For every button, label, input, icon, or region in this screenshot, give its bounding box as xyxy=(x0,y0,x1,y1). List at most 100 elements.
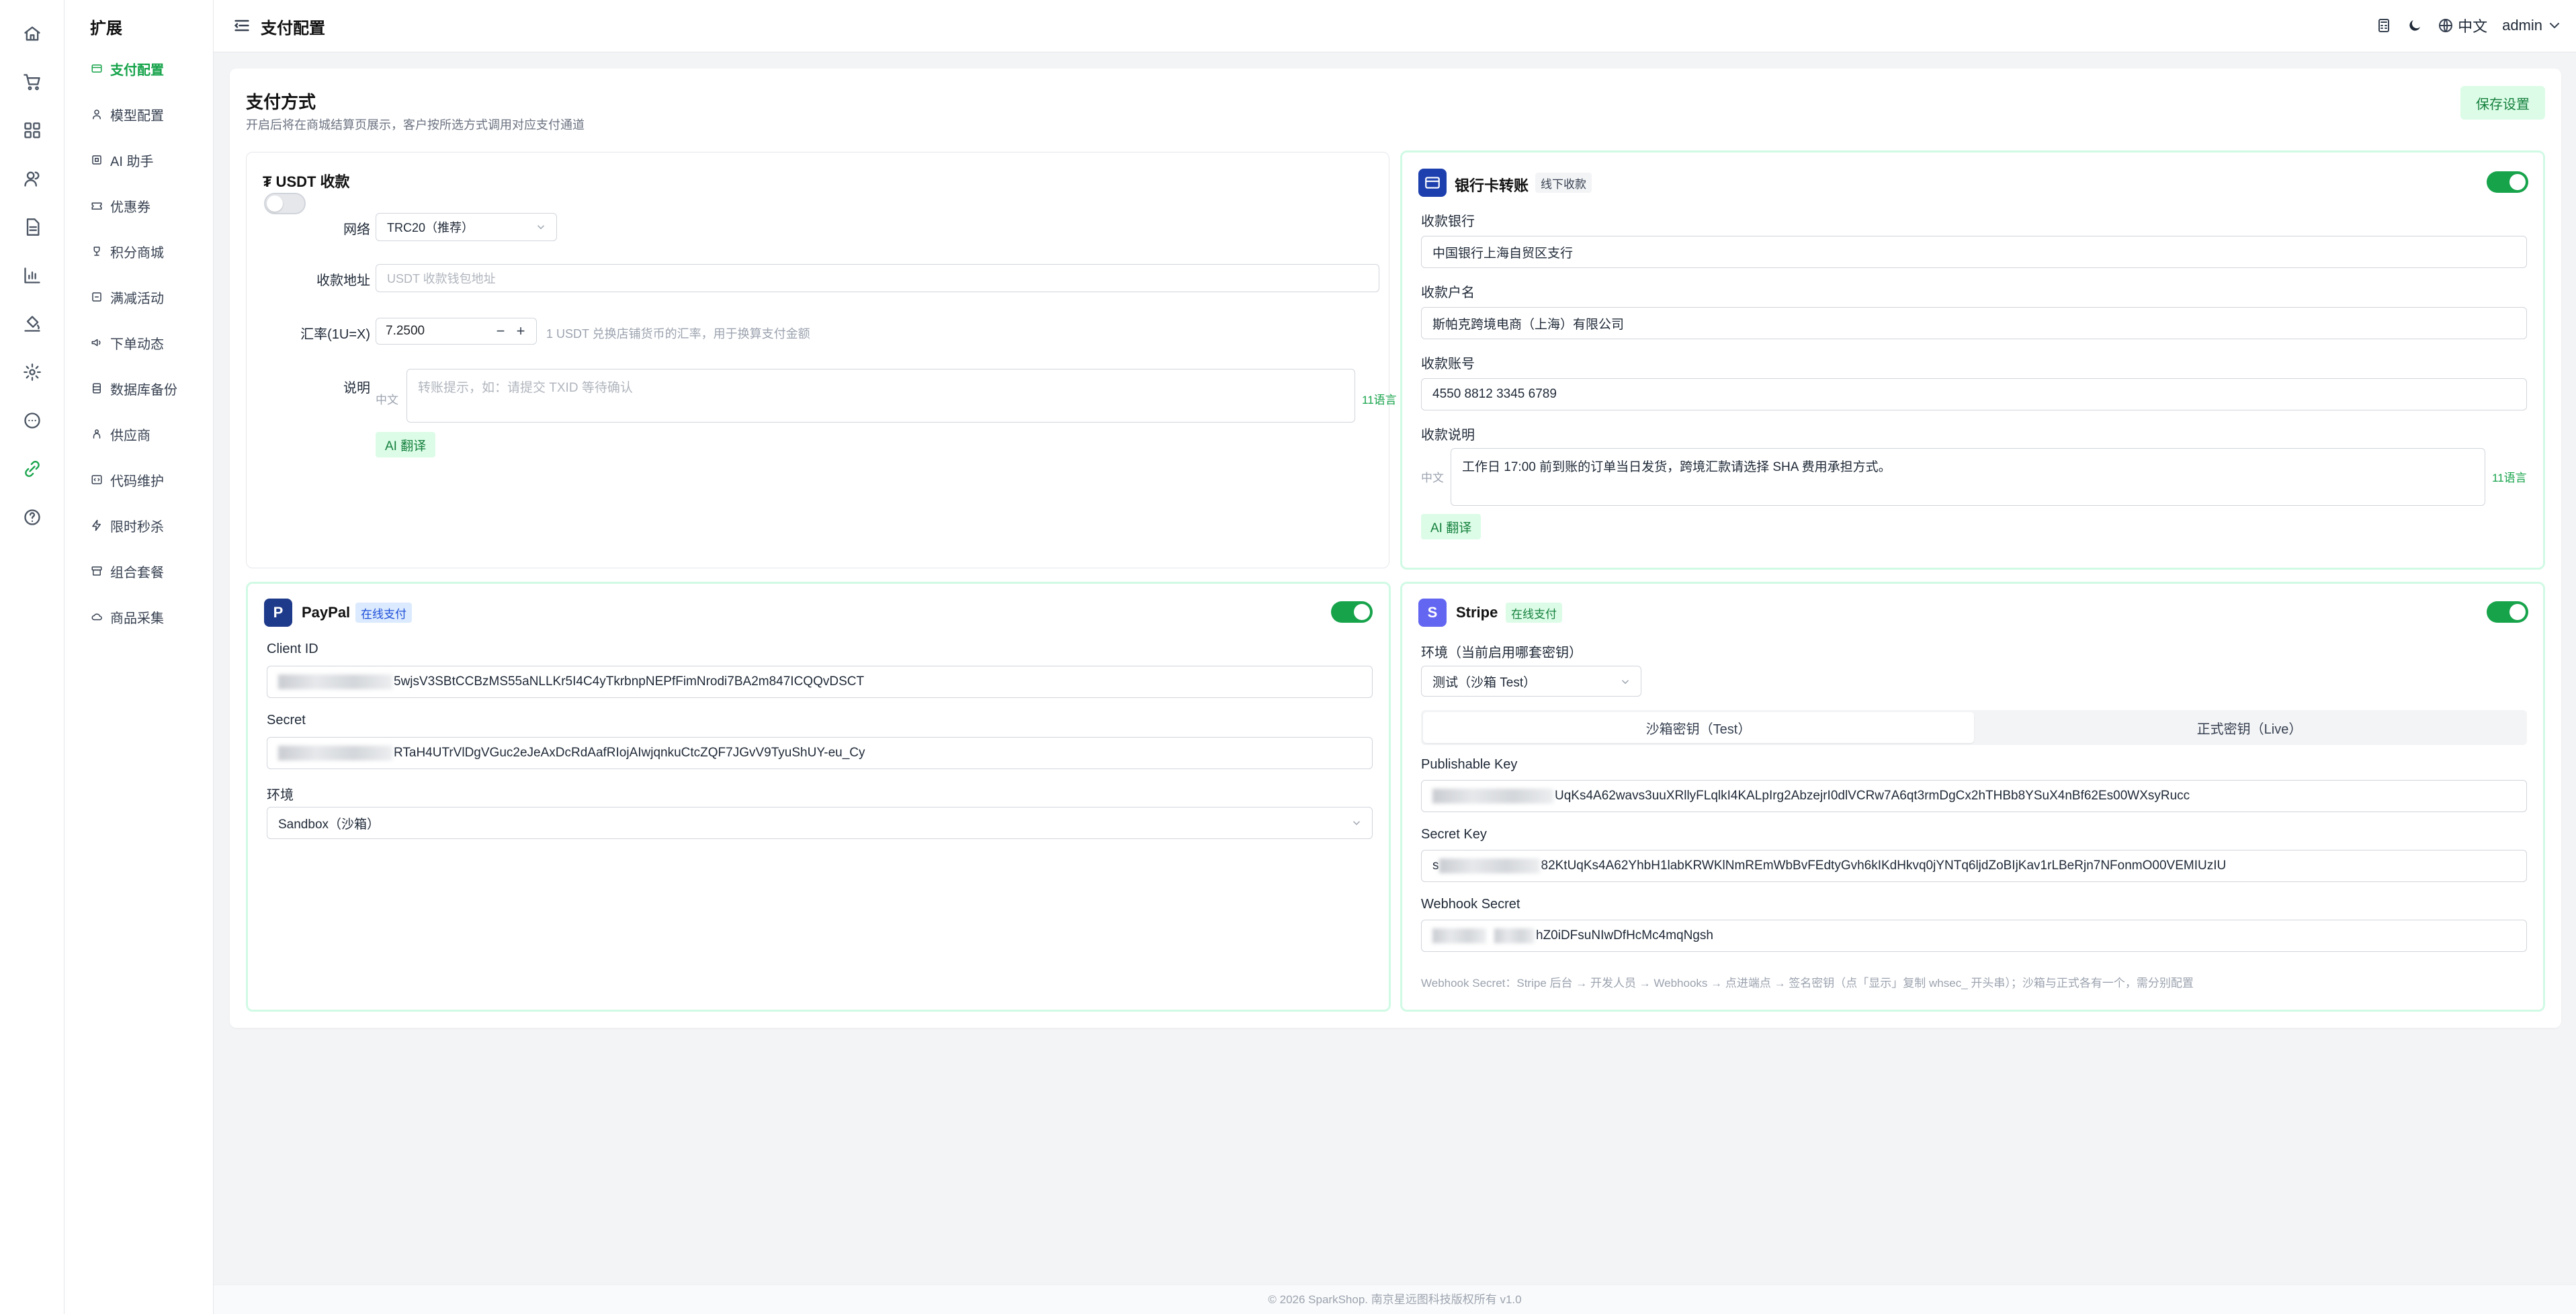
settings-icon[interactable] xyxy=(20,360,44,384)
extension-icon[interactable] xyxy=(20,457,44,481)
sk-prefix: s xyxy=(1432,859,1439,873)
webhook-hint: Webhook Secret：Stripe 后台 → 开发人员 → Webhoo… xyxy=(1421,977,2194,990)
sidebar-item-payment[interactable]: 支付配置 xyxy=(90,55,164,82)
sidebar-item-collect[interactable]: 商品采集 xyxy=(90,603,164,630)
bank-badge: 线下收款 xyxy=(1535,173,1592,193)
globe-icon xyxy=(2439,19,2453,32)
webhook-value: hZ0iDFsuNIwDfHcMc4mqNgsh xyxy=(1536,928,1713,943)
megaphone-icon xyxy=(90,336,103,349)
save-button[interactable]: 保存设置 xyxy=(2460,86,2545,120)
help-icon[interactable] xyxy=(20,505,44,529)
sidebar-item-points[interactable]: 积分商城 xyxy=(90,238,164,265)
flash-icon xyxy=(90,519,103,532)
masked-prefix xyxy=(1439,859,1540,873)
stripe-env-value: 测试（沙箱 Test） xyxy=(1432,675,1537,690)
sidebar-item-coupon[interactable]: 优惠券 xyxy=(90,192,151,219)
document-icon[interactable] xyxy=(20,215,44,239)
sidebar-item-model[interactable]: 模型配置 xyxy=(90,101,164,128)
model-icon xyxy=(90,107,103,121)
grid-icon[interactable] xyxy=(20,118,44,142)
sidebar-item-label: 支付配置 xyxy=(110,62,164,78)
ai-translate-button[interactable]: AI 翻译 xyxy=(1421,514,1482,539)
rate-hint: 1 USDT 兑换店铺货币的汇率，用于换算支付金额 xyxy=(546,327,810,341)
dark-mode-icon[interactable] xyxy=(2407,17,2423,34)
stripe-panel: S Stripe 在线支付 环境（当前启用哪套密钥） 测试（沙箱 Test） 沙… xyxy=(1400,582,2545,1012)
sidebar-item-backup[interactable]: 数据库备份 xyxy=(90,375,177,402)
usdt-toggle[interactable] xyxy=(264,193,306,214)
pk-input[interactable]: UqKs4A62wavs3uuXRllyFLqlkI4KALpIrg2Abzej… xyxy=(1421,780,2527,812)
footer: © 2026 SparkShop. 南京星远图科技版权所有 v1.0 xyxy=(214,1284,2576,1314)
masked-prefix xyxy=(1432,928,1486,943)
sidebar-item-label: 限时秒杀 xyxy=(110,519,164,535)
usdt-panel: ₮ USDT 收款 网络 TRC20（推荐） 收款地址 USDT 收款钱包地址 … xyxy=(246,152,1397,568)
sidebar-item-supplier[interactable]: 供应商 xyxy=(90,421,151,447)
ai-icon xyxy=(90,153,103,167)
cart-icon[interactable] xyxy=(20,70,44,94)
stripe-logo: S xyxy=(1418,599,1447,627)
languages-link[interactable]: 11语言 xyxy=(2492,468,2527,485)
discount-icon xyxy=(90,290,103,304)
chart-icon[interactable] xyxy=(20,263,44,288)
paypal-toggle[interactable] xyxy=(1331,601,1373,623)
account-label: 收款账号 xyxy=(1421,357,1475,371)
client-id-input[interactable]: 5wjsV3SBtCCBzMS55aNLLKr5I4C4yTkrbnpNEPfF… xyxy=(267,666,1373,698)
languages-link[interactable]: 11语言 xyxy=(1362,390,1397,407)
increment-icon[interactable]: + xyxy=(511,322,531,340)
bank-toggle[interactable] xyxy=(2487,171,2528,193)
bank-desc-textarea[interactable]: 工作日 17:00 前到账的订单当日发货，跨境汇款请选择 SHA 费用承担方式。 xyxy=(1451,448,2485,506)
rate-stepper[interactable]: 7.2500 − + xyxy=(376,318,537,345)
holder-input[interactable]: 斯帕克跨境电商（上海）有限公司 xyxy=(1421,307,2527,339)
usdt-title: ₮ USDT 收款 xyxy=(263,173,350,190)
stripe-env-select[interactable]: 测试（沙箱 Test） xyxy=(1421,666,1641,697)
sidebar-item-orders-feed[interactable]: 下单动态 xyxy=(90,329,164,356)
client-id-label: Client ID xyxy=(267,642,318,656)
client-id-value: 5wjsV3SBtCCBzMS55aNLLKr5I4C4yTkrbnpNEPfF… xyxy=(394,674,865,689)
sk-value: 82KtUqKs4A62YhbH1labKRWKlNmREmWbBvFEdtyG… xyxy=(1541,859,2227,873)
message-icon[interactable] xyxy=(20,408,44,433)
webhook-input[interactable]: hZ0iDFsuNIwDfHcMc4mqNgsh xyxy=(1421,920,2527,952)
rate-value: 7.2500 xyxy=(386,324,425,338)
section-subtitle: 开启后将在商城结算页展示，客户按所选方式调用对应支付通道 xyxy=(246,118,585,132)
account-input[interactable]: 4550 8812 3345 6789 xyxy=(1421,378,2527,410)
sidebar-item-flash-sale[interactable]: 限时秒杀 xyxy=(90,512,164,539)
sidebar-item-code[interactable]: 代码维护 xyxy=(90,466,164,493)
desc-textarea[interactable]: 转账提示，如：请提交 TXID 等待确认 xyxy=(406,369,1355,423)
sidebar-item-ai[interactable]: AI 助手 xyxy=(90,146,153,173)
sidebar-item-label: 下单动态 xyxy=(110,337,164,352)
pk-value: UqKs4A62wavs3uuXRllyFLqlkI4KALpIrg2Abzej… xyxy=(1555,789,2190,803)
users-icon[interactable] xyxy=(20,167,44,191)
sidebar-item-label: 组合套餐 xyxy=(110,565,164,580)
chevron-down-icon xyxy=(1350,817,1363,829)
decrement-icon[interactable]: − xyxy=(490,322,511,340)
calculator-icon[interactable] xyxy=(2376,17,2392,34)
user-menu[interactable]: admin xyxy=(2502,17,2563,34)
bank-card-icon xyxy=(1418,169,1447,197)
sidebar-item-bundle[interactable]: 组合套餐 xyxy=(90,558,164,584)
address-input[interactable]: USDT 收款钱包地址 xyxy=(376,264,1379,292)
holder-label: 收款户名 xyxy=(1421,286,1475,300)
sk-input[interactable]: s 82KtUqKs4A62YhbH1labKRWKlNmREmWbBvFEdty… xyxy=(1421,850,2527,882)
sk-label: Secret Key xyxy=(1421,827,1487,842)
bundle-icon xyxy=(90,564,103,578)
sidebar-item-discount[interactable]: 满减活动 xyxy=(90,283,164,310)
language-switch[interactable]: 中文 xyxy=(2438,15,2487,36)
secret-value: RTaH4UTrVlDgVGuc2eJeAxDcRdAafRIojAIwjqnk… xyxy=(394,746,865,760)
network-select[interactable]: TRC20（推荐） xyxy=(376,213,557,241)
ai-translate-button[interactable]: AI 翻译 xyxy=(376,432,436,457)
tab-live-keys[interactable]: 正式密钥（Live） xyxy=(1974,712,2525,743)
payment-settings-card: 支付方式 开启后将在商城结算页展示，客户按所选方式调用对应支付通道 保存设置 ₮… xyxy=(230,69,2561,1028)
bank-panel: 银行卡转账 线下收款 收款银行 中国银行上海自贸区支行 收款户名 斯帕克跨境电商… xyxy=(1400,150,2545,570)
paypal-logo: P xyxy=(264,599,292,627)
env-select[interactable]: Sandbox（沙箱） xyxy=(267,807,1373,839)
tab-test-keys[interactable]: 沙箱密钥（Test） xyxy=(1423,712,1974,743)
home-icon[interactable] xyxy=(20,21,44,46)
paint-icon[interactable] xyxy=(20,312,44,336)
sub-sidebar: 扩展 支付配置 模型配置 AI 助手 优惠券 积分商城 满减活动 下单动态 数据… xyxy=(65,0,214,1314)
bank-name-input[interactable]: 中国银行上海自贸区支行 xyxy=(1421,236,2527,268)
menu-toggle-icon[interactable] xyxy=(232,16,251,35)
stripe-toggle[interactable] xyxy=(2487,601,2528,623)
network-value: TRC20（推荐） xyxy=(387,221,474,234)
secret-input[interactable]: RTaH4UTrVlDgVGuc2eJeAxDcRdAafRIojAIwjqnk… xyxy=(267,737,1373,769)
rate-label: 汇率(1U=X) xyxy=(300,327,370,342)
sidebar-item-label: 数据库备份 xyxy=(110,382,177,398)
